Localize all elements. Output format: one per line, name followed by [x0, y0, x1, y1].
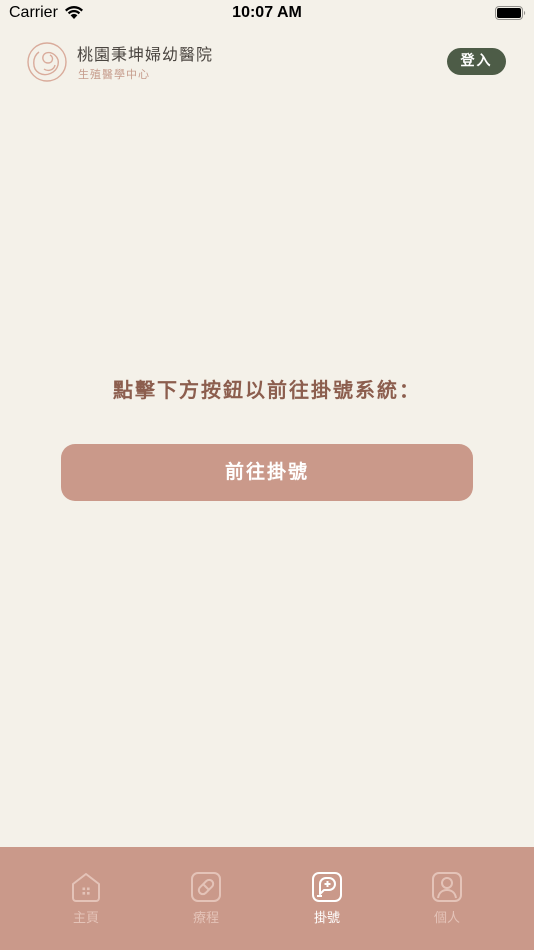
go-register-button[interactable]: 前往掛號: [61, 444, 473, 501]
home-icon: [46, 871, 126, 903]
status-time: 10:07 AM: [232, 4, 302, 21]
tab-register-label: 掛號: [313, 911, 340, 926]
tab-home-label: 主頁: [72, 911, 99, 926]
register-prompt: 點擊下方按鈕以前往掛號系統：: [113, 378, 421, 402]
tab-treatment[interactable]: 療程: [166, 871, 246, 931]
hospital-name: 桃園秉坤婦幼醫院: [77, 45, 214, 64]
chat-plus-icon: [287, 871, 367, 903]
app-header: 桃園秉坤婦幼醫院 生殖醫學中心 登入: [0, 36, 534, 88]
hospital-logo-icon: [24, 39, 70, 89]
hospital-subtitle: 生殖醫學中心: [78, 68, 150, 81]
person-icon: [407, 871, 487, 903]
tab-treatment-label: 療程: [192, 911, 219, 926]
login-button[interactable]: 登入: [447, 48, 506, 75]
battery-icon: [495, 6, 527, 25]
tab-register[interactable]: 掛號: [287, 871, 367, 931]
tab-profile[interactable]: 個人: [407, 871, 487, 931]
pill-icon: [166, 871, 246, 903]
tab-profile-label: 個人: [433, 911, 460, 926]
tab-home[interactable]: 主頁: [46, 871, 126, 931]
tab-bar: 主頁 療程 掛號 個人: [0, 847, 534, 950]
status-bar: Carrier 10:07 AM: [0, 0, 534, 28]
